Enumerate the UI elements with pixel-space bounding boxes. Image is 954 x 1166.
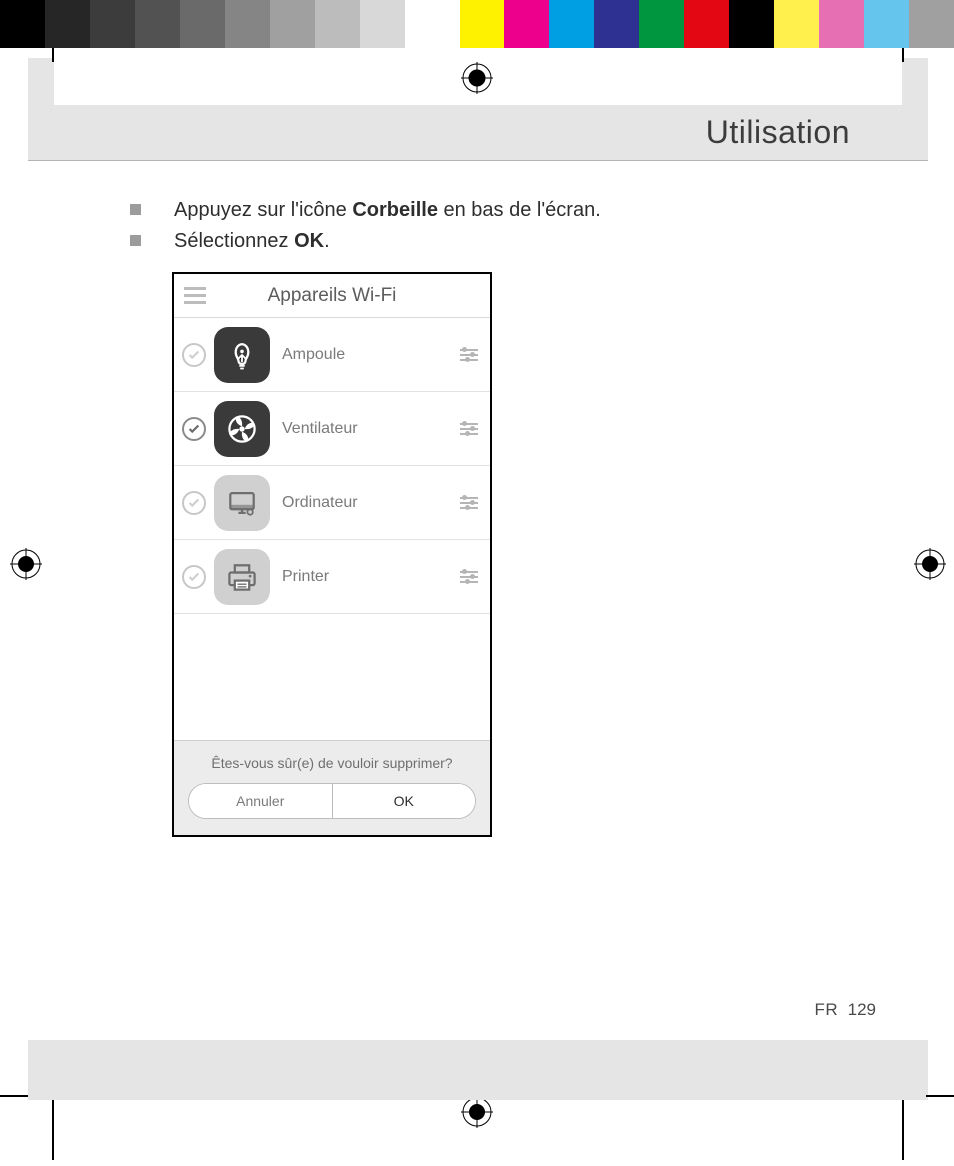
section-heading-band: Utilisation [28,105,928,161]
phone-screenshot: Appareils Wi-Fi Ampoule Ventilateur Ordina… [172,272,492,837]
color-swatch [774,0,819,48]
crop-strip-left [28,58,54,108]
sliders-icon[interactable] [458,349,480,361]
app-header: Appareils Wi-Fi [174,274,490,318]
select-checkbox[interactable] [182,417,206,441]
crop-mark [52,48,54,62]
instruction-item: Appuyez sur l'icône Corbeille en bas de … [130,195,830,226]
color-swatch [684,0,729,48]
sliders-icon[interactable] [458,423,480,435]
registration-mark-right-icon [914,548,946,580]
cancel-button[interactable]: Annuler [189,784,332,818]
color-swatch [729,0,774,48]
device-label: Ventilateur [282,420,458,438]
color-swatch [405,0,450,48]
color-swatch [864,0,909,48]
registration-mark-bottom-icon [461,1096,493,1128]
page-number: FR 129 [815,1000,877,1020]
color-calibration-bar [0,0,954,48]
device-label: Ordinateur [282,494,458,512]
monitor-icon [214,475,270,531]
confirm-button-row: Annuler OK [188,783,476,819]
crop-mark [902,1100,904,1160]
registration-mark-top-icon [461,62,493,94]
color-swatch [270,0,315,48]
sliders-icon[interactable] [458,497,480,509]
color-swatch [45,0,90,48]
device-row[interactable]: Ampoule [174,318,490,392]
fan-icon [214,401,270,457]
confirm-text: Êtes-vous sûr(e) de vouloir supprimer? [188,755,476,771]
instruction-list: Appuyez sur l'icône Corbeille en bas de … [130,195,830,257]
footer-band [28,1040,928,1100]
color-swatch [180,0,225,48]
select-checkbox[interactable] [182,343,206,367]
select-checkbox[interactable] [182,491,206,515]
device-label: Printer [282,568,458,586]
color-swatch [460,0,505,48]
registration-mark-left-icon [10,548,42,580]
page-num: 129 [848,1000,876,1019]
crop-mark [902,48,904,62]
section-heading: Utilisation [706,114,850,151]
hamburger-menu-icon[interactable] [184,287,214,304]
color-swatch [504,0,549,48]
select-checkbox[interactable] [182,565,206,589]
ok-button[interactable]: OK [332,784,476,818]
confirm-sheet: Êtes-vous sûr(e) de vouloir supprimer? A… [174,740,490,835]
color-swatch [315,0,360,48]
instruction-item: Sélectionnez OK. [130,226,830,257]
color-swatch [909,0,954,48]
device-list: Ampoule Ventilateur Ordinateur Printer [174,318,490,740]
color-swatch [639,0,684,48]
color-swatch [360,0,405,48]
printer-icon [214,549,270,605]
crop-strip-right [902,58,928,108]
bulb-icon [214,327,270,383]
crop-mark [0,1095,28,1097]
color-swatch [135,0,180,48]
color-swatch [225,0,270,48]
device-row[interactable]: Ordinateur [174,466,490,540]
color-swatch [594,0,639,48]
color-swatch [0,0,45,48]
color-swatch [549,0,594,48]
crop-mark [926,1095,954,1097]
device-row[interactable]: Printer [174,540,490,614]
device-label: Ampoule [282,346,458,364]
crop-mark [52,1100,54,1160]
page-lang: FR [815,1000,839,1019]
device-row[interactable]: Ventilateur [174,392,490,466]
sliders-icon[interactable] [458,571,480,583]
color-swatch [90,0,135,48]
color-swatch [819,0,864,48]
app-header-title: Appareils Wi-Fi [174,285,490,307]
